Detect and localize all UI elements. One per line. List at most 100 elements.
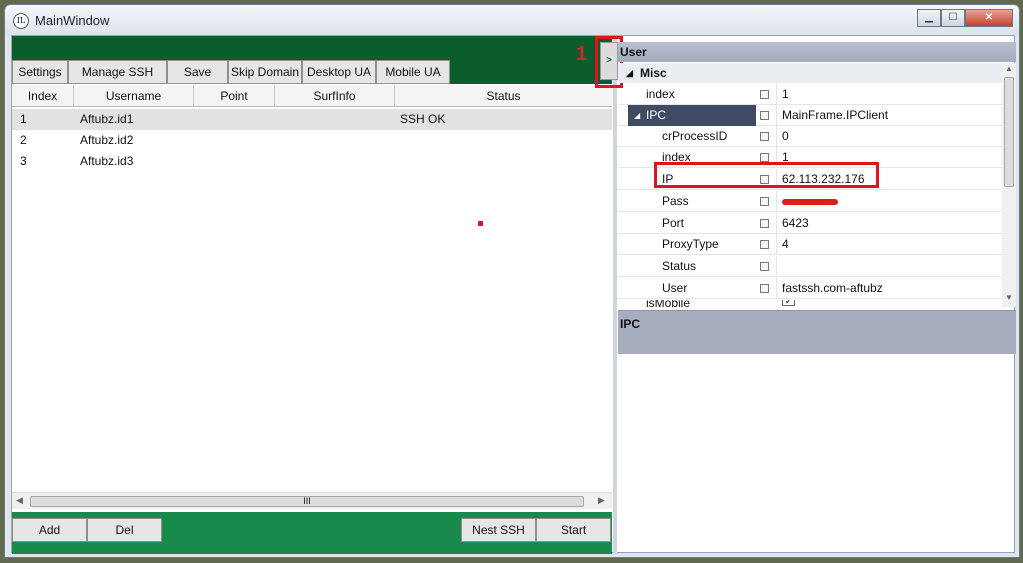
cell-username: Aftubz.id2 xyxy=(80,133,134,147)
panel-splitter[interactable] xyxy=(613,36,617,554)
skip-domain-button[interactable]: Skip Domain xyxy=(228,60,302,84)
property-value[interactable]: 6423 xyxy=(782,213,809,234)
window-title: MainWindow xyxy=(35,13,110,28)
start-button[interactable]: Start xyxy=(536,518,611,542)
property-value[interactable]: 1 xyxy=(782,84,789,105)
table-row[interactable]: 2 Aftubz.id2 xyxy=(12,130,612,151)
scroll-thumb[interactable]: III xyxy=(30,496,584,507)
minimize-button[interactable]: ▁ xyxy=(917,9,941,27)
cell-username: Aftubz.id3 xyxy=(80,154,134,168)
vertical-scroll-thumb[interactable] xyxy=(1004,77,1014,187)
client-area: Settings Manage SSH Save Skip Domain Des… xyxy=(11,35,1016,554)
toolbar: Settings Manage SSH Save Skip Domain Des… xyxy=(12,36,612,84)
property-label: IPC xyxy=(646,108,667,122)
scroll-thumb-grip: III xyxy=(303,496,311,506)
column-header-index[interactable]: Index xyxy=(12,85,74,107)
bottom-bar: Add Del Nest SSH Start xyxy=(12,512,612,554)
column-divider xyxy=(776,84,777,105)
property-value[interactable]: fastssh.com-aftubz xyxy=(782,278,883,299)
cell-index: 2 xyxy=(20,133,27,147)
property-label: Status xyxy=(662,259,697,273)
column-divider xyxy=(776,105,777,126)
property-row-index[interactable]: index 1 xyxy=(618,84,1002,105)
property-row-pass[interactable]: Pass xyxy=(618,191,1002,212)
category-label: Misc xyxy=(640,66,667,80)
description-panel: IPC xyxy=(618,310,1016,354)
close-button[interactable]: ✕ xyxy=(965,9,1013,27)
title-bar[interactable]: IL MainWindow ▁ ☐ ✕ xyxy=(5,5,1019,35)
property-grid-header: User xyxy=(618,42,1016,62)
mobile-ua-button[interactable]: Mobile UA xyxy=(376,60,450,84)
property-editor-icon[interactable] xyxy=(760,219,769,228)
scroll-up-arrow-icon[interactable]: ▲ xyxy=(1005,64,1013,73)
column-divider xyxy=(776,234,777,255)
del-button[interactable]: Del xyxy=(87,518,162,542)
property-label: crProcessID xyxy=(662,129,728,143)
property-row-ismobile[interactable]: isMobile ✓ xyxy=(618,300,1002,307)
collapse-triangle-icon[interactable]: ◢ xyxy=(626,63,633,83)
property-row-proxytype[interactable]: ProxyType 4 xyxy=(618,234,1002,255)
property-editor-icon[interactable] xyxy=(760,111,769,120)
highlight-box-ip xyxy=(654,162,879,188)
property-editor-icon[interactable] xyxy=(760,197,769,206)
property-label: isMobile xyxy=(646,300,691,307)
checkbox-checked-icon[interactable]: ✓ xyxy=(782,300,795,306)
property-row-status[interactable]: Status xyxy=(618,256,1002,277)
column-divider xyxy=(776,256,777,277)
column-divider xyxy=(776,278,777,299)
property-row-port[interactable]: Port 6423 xyxy=(618,213,1002,234)
column-header-surfinfo[interactable]: SurfInfo xyxy=(275,85,395,107)
property-label: User xyxy=(662,281,688,295)
property-value[interactable]: 0 xyxy=(782,126,789,147)
maximize-button[interactable]: ☐ xyxy=(941,9,965,27)
property-row-crprocessid[interactable]: crProcessID 0 xyxy=(618,126,1002,147)
nest-ssh-button[interactable]: Nest SSH xyxy=(461,518,536,542)
table-row[interactable]: 1 Aftubz.id1 SSH OK xyxy=(12,109,612,130)
expand-triangle-icon[interactable]: ◢ xyxy=(634,105,640,126)
column-divider xyxy=(776,213,777,234)
property-grid: User ◢ Misc index 1 ◢ IPC MainFrame.IPCl… xyxy=(618,36,1016,554)
vertical-scrollbar[interactable]: ▲ ▼ xyxy=(1002,63,1016,307)
column-header-point[interactable]: Point xyxy=(194,85,275,107)
cell-index: 1 xyxy=(20,112,27,126)
horizontal-scrollbar[interactable]: ◀ III ▶ xyxy=(12,492,612,509)
save-button[interactable]: Save xyxy=(167,60,228,84)
redaction-mark xyxy=(782,199,838,205)
property-label: index xyxy=(646,87,675,101)
description-title: IPC xyxy=(620,317,641,331)
grid-header: Index Username Point SurfInfo Status xyxy=(12,85,612,107)
property-editor-icon[interactable] xyxy=(760,262,769,271)
table-row[interactable]: 3 Aftubz.id3 xyxy=(12,151,612,172)
property-editor-icon[interactable] xyxy=(760,153,769,162)
category-misc[interactable]: ◢ Misc xyxy=(618,63,1002,83)
desktop-ua-button[interactable]: Desktop UA xyxy=(302,60,376,84)
property-editor-icon[interactable] xyxy=(760,240,769,249)
property-editor-icon[interactable] xyxy=(760,284,769,293)
property-row-ipc[interactable]: ◢ IPC MainFrame.IPClient xyxy=(618,105,1002,126)
property-row-user[interactable]: User fastssh.com-aftubz xyxy=(618,278,1002,299)
scroll-right-arrow-icon[interactable]: ▶ xyxy=(598,495,605,506)
manage-ssh-button[interactable]: Manage SSH xyxy=(68,60,167,84)
property-editor-icon[interactable] xyxy=(760,90,769,99)
column-header-username[interactable]: Username xyxy=(74,85,194,107)
property-editor-icon[interactable] xyxy=(760,132,769,141)
column-divider xyxy=(776,126,777,147)
cell-index: 3 xyxy=(20,154,27,168)
property-value[interactable]: MainFrame.IPClient xyxy=(782,105,888,126)
main-window: IL MainWindow ▁ ☐ ✕ Settings Manage SSH … xyxy=(4,4,1020,558)
app-logo-icon: IL xyxy=(13,13,29,29)
column-header-status[interactable]: Status xyxy=(395,85,612,107)
settings-button[interactable]: Settings xyxy=(12,60,68,84)
cell-status: SSH OK xyxy=(400,112,446,126)
annotation-number: 1 xyxy=(576,43,588,65)
property-label: Pass xyxy=(662,194,689,208)
property-label: Port xyxy=(662,216,685,230)
scroll-left-arrow-icon[interactable]: ◀ xyxy=(16,495,23,506)
column-divider xyxy=(776,191,777,212)
cell-username: Aftubz.id1 xyxy=(80,112,134,126)
red-marker xyxy=(478,221,483,226)
scroll-down-arrow-icon[interactable]: ▼ xyxy=(1005,293,1013,302)
add-button[interactable]: Add xyxy=(12,518,87,542)
property-label: ProxyType xyxy=(662,237,719,251)
property-value[interactable]: 4 xyxy=(782,234,789,255)
